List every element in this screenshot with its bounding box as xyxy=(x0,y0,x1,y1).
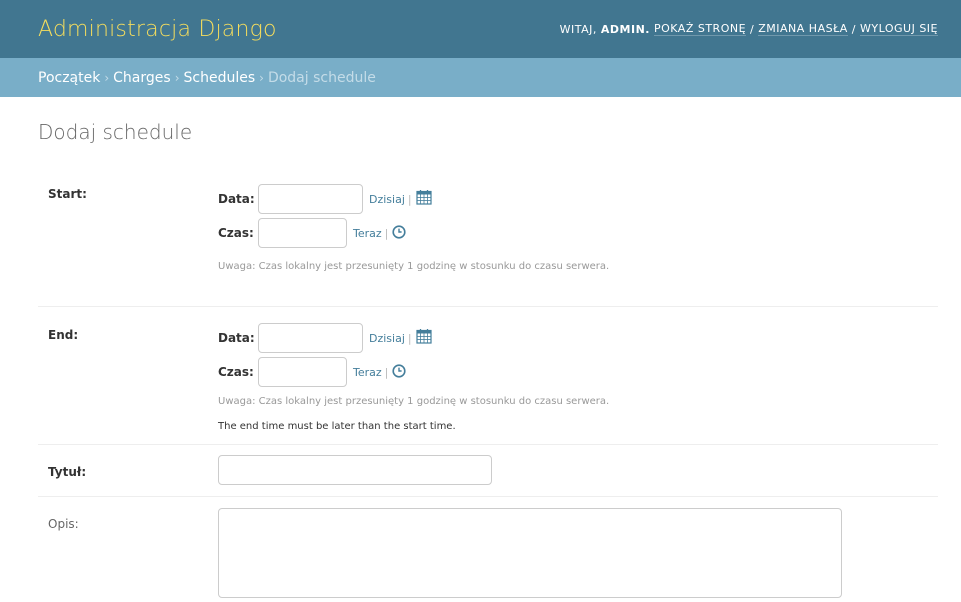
start-time-line: Czas: Teraz | xyxy=(218,218,406,248)
shortcut-separator: | xyxy=(384,226,389,240)
form-row-start: Start: Data: Dzisiaj | Czas: Teraz | Uwa… xyxy=(38,165,938,307)
add-schedule-form: Start: Data: Dzisiaj | Czas: Teraz | Uwa… xyxy=(38,165,938,598)
end-date-line: Data: Dzisiaj | xyxy=(218,323,432,353)
start-date-line: Data: Dzisiaj | xyxy=(218,184,432,214)
logout-link[interactable]: WYLOGUJ SIĘ xyxy=(860,22,938,36)
start-date-input[interactable] xyxy=(258,184,363,214)
title-field xyxy=(218,455,492,485)
breadcrumb-app[interactable]: Charges xyxy=(113,70,171,86)
shortcut-separator: | xyxy=(407,331,412,345)
description-textarea[interactable] xyxy=(218,508,842,598)
start-date-label: Data: xyxy=(218,192,255,206)
description-field xyxy=(218,508,842,602)
end-time-input[interactable] xyxy=(258,357,347,387)
calendar-icon[interactable] xyxy=(416,328,432,348)
breadcrumb-separator: › xyxy=(174,70,180,85)
start-time-label: Czas: xyxy=(218,226,254,240)
breadcrumb-separator: › xyxy=(104,70,110,85)
form-row-end: End: Data: Dzisiaj | Czas: Teraz | Uwaga… xyxy=(38,307,938,445)
breadcrumb-home[interactable]: Początek xyxy=(38,70,100,86)
site-branding[interactable]: Administracja Django xyxy=(38,17,277,42)
view-site-link[interactable]: POKAŻ STRONĘ xyxy=(653,22,747,36)
welcome-text: WITAJ, xyxy=(559,22,597,36)
breadcrumb-separator: › xyxy=(259,70,264,85)
title-label: Tytuł: xyxy=(48,465,87,479)
form-row-description: Opis: xyxy=(38,497,938,598)
end-time-line: Czas: Teraz | xyxy=(218,357,406,387)
end-help-text: Uwaga: Czas lokalny jest przesunięty 1 g… xyxy=(218,396,610,407)
breadcrumb-model[interactable]: Schedules xyxy=(184,70,256,86)
change-password-link[interactable]: ZMIANA HASŁA xyxy=(758,22,848,36)
end-time-label: Czas: xyxy=(218,365,254,379)
header: Administracja Django WITAJ, ADMIN. POKAŻ… xyxy=(0,0,961,58)
title-input[interactable] xyxy=(218,455,492,485)
breadcrumb: Początek › Charges › Schedules › Dodaj s… xyxy=(0,58,961,97)
end-now-link[interactable]: Teraz xyxy=(353,366,382,379)
content: Dodaj schedule Start: Data: Dzisiaj | Cz… xyxy=(0,120,961,598)
clock-icon[interactable] xyxy=(392,224,406,243)
end-date-input[interactable] xyxy=(258,323,363,353)
end-today-link[interactable]: Dzisiaj xyxy=(369,332,405,345)
description-label: Opis: xyxy=(48,517,79,531)
end-date-label: Data: xyxy=(218,331,255,345)
start-time-input[interactable] xyxy=(258,218,347,248)
separator: / xyxy=(750,22,755,36)
form-row-title: Tytuł: xyxy=(38,445,938,497)
end-validation-note: The end time must be later than the star… xyxy=(218,421,456,432)
end-label: End: xyxy=(48,328,79,342)
breadcrumb-current: Dodaj schedule xyxy=(267,69,376,86)
shortcut-separator: | xyxy=(384,365,389,379)
calendar-icon[interactable] xyxy=(416,189,432,209)
page-title: Dodaj schedule xyxy=(38,120,193,144)
start-today-link[interactable]: Dzisiaj xyxy=(369,193,405,206)
shortcut-separator: | xyxy=(407,192,412,206)
start-now-link[interactable]: Teraz xyxy=(353,227,382,240)
start-label: Start: xyxy=(48,187,87,201)
username: ADMIN. xyxy=(600,22,650,36)
separator: / xyxy=(851,22,857,36)
clock-icon[interactable] xyxy=(392,363,406,382)
start-help-text: Uwaga: Czas lokalny jest przesunięty 1 g… xyxy=(218,261,610,272)
user-tools: WITAJ, ADMIN. POKAŻ STRONĘ / ZMIANA HASŁ… xyxy=(560,22,938,36)
